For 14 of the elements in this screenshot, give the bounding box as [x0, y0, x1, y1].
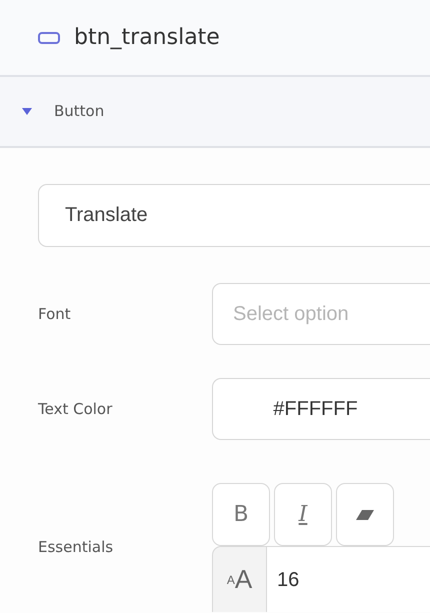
- bold-button[interactable]: B: [212, 483, 270, 546]
- component-name: btn_translate: [74, 24, 220, 52]
- clear-format-button[interactable]: [336, 483, 394, 546]
- section-header[interactable]: Button: [0, 77, 430, 148]
- italic-button[interactable]: I: [274, 483, 332, 546]
- eraser-icon: [356, 510, 374, 520]
- button-icon: [38, 32, 60, 44]
- property-label: Font: [38, 304, 72, 325]
- color-field[interactable]: #FFFFFF: [212, 378, 430, 440]
- caret-down-icon: [22, 108, 32, 115]
- text-field[interactable]: Translate: [38, 184, 430, 247]
- property-label: Text Color: [38, 398, 114, 420]
- font-select[interactable]: Select option: [212, 283, 430, 345]
- property-label: Essentials: [38, 537, 114, 558]
